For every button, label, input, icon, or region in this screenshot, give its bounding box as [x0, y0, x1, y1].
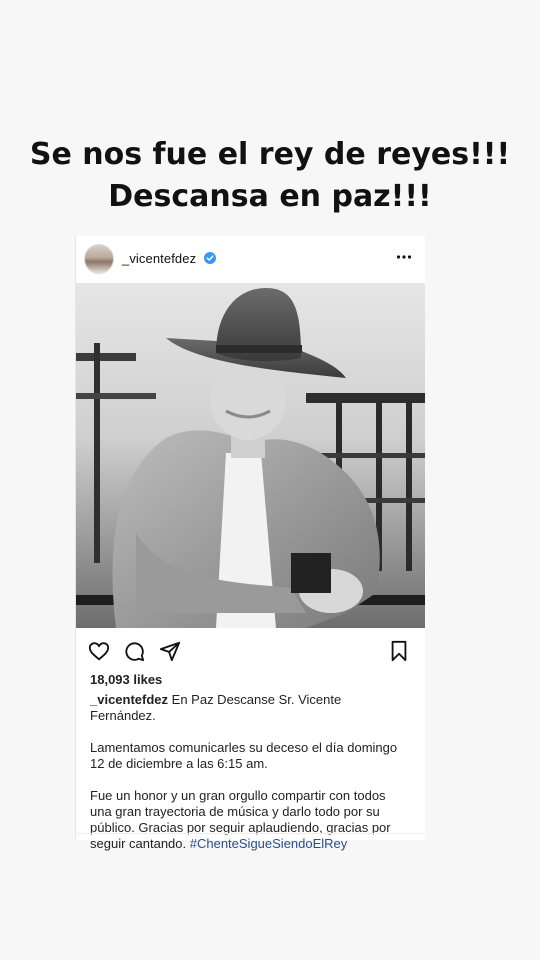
- post-photo: [76, 283, 425, 628]
- card-divider: [76, 833, 425, 834]
- headline-line-2: Descansa en paz!!!: [108, 179, 432, 214]
- heart-icon[interactable]: [88, 640, 110, 662]
- caption-paragraph-2: Lamentamos comunicarles su deceso el día…: [90, 740, 398, 771]
- post-header: _vicentefdez: [76, 236, 425, 282]
- headline-line-1: Se nos fue el rey de reyes!!!: [29, 137, 511, 172]
- likes-count[interactable]: 18,093 likes: [90, 672, 162, 687]
- more-horizontal-icon[interactable]: [395, 248, 413, 266]
- comment-icon[interactable]: [123, 640, 145, 662]
- post-actions: [76, 636, 425, 666]
- hashtag-link[interactable]: #ChenteSigueSiendoElRey: [190, 836, 348, 851]
- send-icon[interactable]: [159, 640, 181, 662]
- verified-badge-icon: [204, 252, 216, 264]
- instagram-post-card: _vicentefdez 18,093 likes _vicentefdez E…: [75, 236, 425, 851]
- post-caption: _vicentefdez En Paz Descanse Sr. Vicente…: [90, 692, 410, 868]
- headline: Se nos fue el rey de reyes!!! Descansa e…: [0, 134, 540, 218]
- avatar[interactable]: [84, 244, 114, 274]
- post-username[interactable]: _vicentefdez: [122, 251, 196, 266]
- caption-username[interactable]: _vicentefdez: [90, 692, 168, 707]
- bookmark-icon[interactable]: [388, 640, 410, 662]
